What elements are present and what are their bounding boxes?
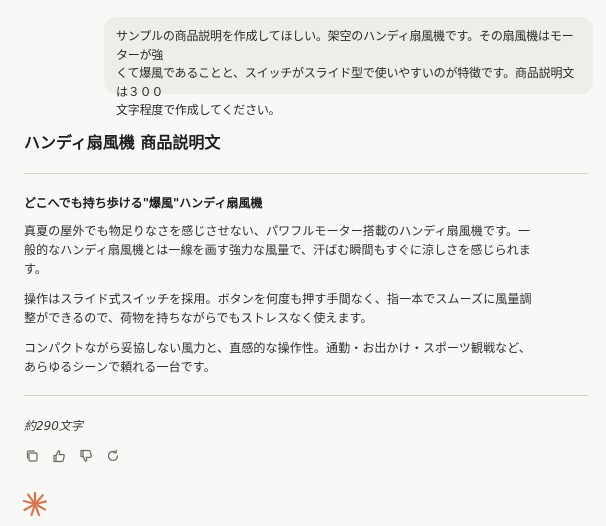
thumbs-up-icon	[53, 450, 65, 463]
copy-icon	[26, 450, 38, 462]
thumbs-down-icon	[80, 449, 92, 462]
paragraph-line: 真夏の屋外でも物足りなさを感じさせない、パワフルモーター搭載のハンディ扇風機です…	[24, 224, 531, 238]
paragraph-line: 般的なハンディ扇風機とは一線を画す強力な風量で、汗ばむ瞬間もすぐに涼しさを感じら…	[24, 243, 531, 257]
response-subheading: どこへでも持ち歩ける"爆風"ハンディ扇風機	[24, 196, 263, 210]
divider	[24, 173, 588, 174]
paragraph: コンパクトながら妥協しない風力と、直感的な操作性。通勤・お出かけ・スポーツ観戦な…	[24, 339, 579, 377]
char-count: 約290文字	[24, 419, 83, 433]
user-message-bubble: サンプルの商品説明を作成してほしい。架空のハンディ扇風機です。その扇風機はモータ…	[104, 17, 593, 117]
paragraph: 操作はスライド式スイッチを採用。ボタンを何度も押す手間なく、指一本でスムーズに風…	[24, 290, 579, 328]
response-actions	[24, 448, 121, 464]
thumbs-up-button[interactable]	[51, 448, 67, 464]
assistant-response: ハンディ扇風機 商品説明文 どこへでも持ち歩ける"爆風"ハンディ扇風機 真夏の屋…	[24, 130, 588, 463]
paragraph-line: あらゆるシーンで頼れる一台です。	[24, 360, 216, 374]
retry-button[interactable]	[105, 448, 121, 464]
paragraph: 真夏の屋外でも物足りなさを感じさせない、パワフルモーター搭載のハンディ扇風機です…	[24, 222, 579, 279]
paragraph-line: 整ができるので、荷物を持ちながらでもストレスなく使えます。	[24, 311, 373, 325]
paragraph-line: す。	[24, 262, 48, 276]
claude-logo-icon	[22, 491, 48, 517]
divider	[24, 395, 588, 396]
user-message-line: サンプルの商品説明を作成してほしい。架空のハンディ扇風機です。その扇風機はモータ…	[116, 29, 574, 62]
paragraph-line: コンパクトながら妥協しない風力と、直感的な操作性。通勤・お出かけ・スポーツ観戦な…	[24, 341, 531, 355]
paragraph-line: 操作はスライド式スイッチを採用。ボタンを何度も押す手間なく、指一本でスムーズに風…	[24, 292, 532, 306]
user-message-line: 文字程度で作成してください。	[116, 103, 281, 117]
copy-button[interactable]	[24, 448, 40, 464]
thumbs-down-button[interactable]	[78, 448, 94, 464]
response-title: ハンディ扇風機 商品説明文	[24, 133, 221, 152]
user-message-line: くて爆風であることと、スイッチがスライド型で使いやすいのが特徴です。商品説明文は…	[116, 66, 575, 99]
retry-icon	[107, 449, 119, 462]
